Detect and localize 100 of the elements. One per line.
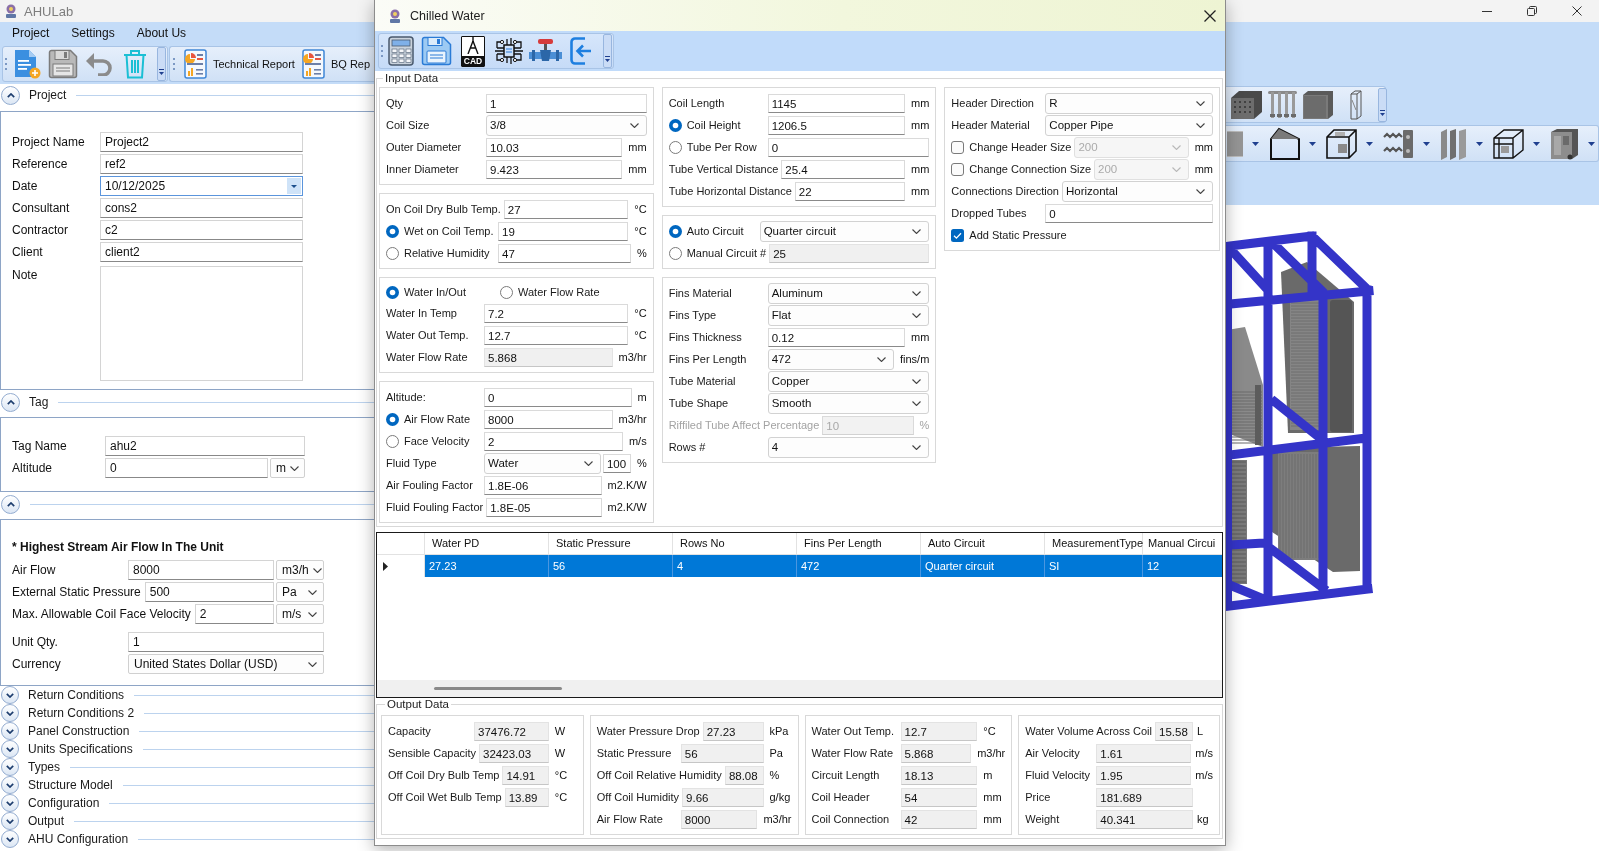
wireframe-cube-icon[interactable] bbox=[1493, 128, 1524, 159]
dropdown-caret-icon[interactable] bbox=[1476, 141, 1483, 146]
dropdown[interactable]: R bbox=[1045, 92, 1213, 114]
menu-item[interactable]: Settings bbox=[60, 23, 126, 43]
text-field[interactable]: 0 bbox=[767, 137, 930, 157]
horizontal-scrollbar[interactable] bbox=[377, 680, 1222, 697]
text-field[interactable]: 2 bbox=[484, 431, 623, 451]
text-field[interactable]: 100 bbox=[602, 453, 631, 473]
radio-button[interactable] bbox=[668, 118, 682, 132]
valve-icon[interactable] bbox=[529, 38, 562, 64]
radio-button[interactable] bbox=[386, 285, 399, 299]
undo-icon[interactable] bbox=[86, 52, 112, 76]
collapse-button[interactable] bbox=[1, 85, 20, 105]
dropdown[interactable]: Horizontal bbox=[1061, 180, 1213, 202]
text-field[interactable]: 7.2 bbox=[484, 303, 629, 323]
text-field[interactable]: 10.03 bbox=[486, 137, 623, 157]
text-field[interactable]: 47 bbox=[498, 243, 631, 263]
text-field[interactable]: 2 bbox=[194, 604, 274, 624]
text-field[interactable]: 0 bbox=[1045, 203, 1213, 223]
header-pipes-icon[interactable] bbox=[1268, 88, 1297, 121]
radio-button[interactable] bbox=[386, 246, 399, 260]
column-header[interactable]: Manual Circui bbox=[1143, 533, 1222, 554]
text-field[interactable]: 1 bbox=[486, 93, 647, 113]
restore-icon[interactable] bbox=[1526, 6, 1537, 16]
text-field[interactable]: client2 bbox=[100, 242, 303, 262]
note-field[interactable] bbox=[100, 266, 303, 381]
collapse-button[interactable] bbox=[1, 392, 20, 412]
report-button[interactable]: Technical Report bbox=[181, 48, 295, 80]
text-field[interactable]: c2 bbox=[100, 220, 303, 240]
hood-icon[interactable] bbox=[1269, 127, 1300, 160]
dropdown-caret-icon[interactable] bbox=[1588, 141, 1595, 146]
dropdown[interactable]: Copper Pipe bbox=[1045, 114, 1213, 136]
expand-button[interactable] bbox=[1, 830, 19, 848]
minimize-icon[interactable] bbox=[1481, 10, 1492, 12]
springs-icon[interactable] bbox=[1383, 128, 1414, 159]
unit-dropdown[interactable]: m3/h bbox=[276, 560, 324, 580]
panels-icon[interactable] bbox=[1440, 127, 1467, 160]
radio-button[interactable] bbox=[668, 224, 682, 238]
text-field[interactable]: ahu2 bbox=[105, 436, 305, 456]
text-field[interactable]: 500 bbox=[144, 582, 274, 602]
unit-dropdown[interactable]: Pa bbox=[276, 582, 324, 602]
column-header[interactable]: Rows No bbox=[673, 533, 797, 554]
dropdown-caret-icon[interactable] bbox=[1423, 141, 1430, 146]
dropdown[interactable]: Aluminum bbox=[767, 282, 930, 304]
text-field[interactable]: 0.12 bbox=[767, 327, 905, 347]
toolbar-overflow-icon[interactable] bbox=[1378, 87, 1387, 122]
dropdown-caret-icon[interactable] bbox=[1309, 141, 1316, 146]
column-header[interactable]: Static Pressure bbox=[549, 533, 673, 554]
close-icon[interactable] bbox=[1571, 6, 1582, 16]
text-field[interactable]: 1145 bbox=[767, 93, 905, 113]
fan-box-icon[interactable] bbox=[1230, 89, 1263, 120]
wireframe-box-icon[interactable] bbox=[1326, 128, 1357, 159]
wireframe-panel-icon[interactable] bbox=[1350, 89, 1362, 120]
radio-button[interactable] bbox=[668, 140, 682, 154]
text-field[interactable]: 8000 bbox=[484, 409, 613, 429]
text-field[interactable]: Project2 bbox=[100, 132, 303, 152]
dropdown[interactable]: Water bbox=[484, 452, 601, 474]
close-icon[interactable] bbox=[1204, 9, 1216, 22]
text-field[interactable]: 1206.5 bbox=[767, 115, 905, 135]
text-field[interactable]: 25.4 bbox=[781, 159, 905, 179]
cabinet-icon[interactable] bbox=[1550, 127, 1579, 160]
text-field[interactable]: 8000 bbox=[128, 560, 274, 580]
text-field[interactable]: 1 bbox=[128, 632, 324, 652]
text-field[interactable]: 22 bbox=[794, 181, 905, 201]
new-document-icon[interactable] bbox=[13, 49, 41, 79]
exit-icon[interactable] bbox=[570, 37, 592, 65]
text-field[interactable]: ref2 bbox=[100, 154, 303, 174]
expand-button[interactable] bbox=[1, 794, 19, 812]
text-field[interactable]: 27 bbox=[503, 199, 629, 219]
expand-button[interactable] bbox=[1, 812, 19, 830]
date-field[interactable]: 10/12/2025 bbox=[100, 176, 303, 196]
dropdown[interactable]: Smooth bbox=[767, 392, 930, 414]
toolbar-overflow-icon[interactable] bbox=[603, 34, 612, 68]
unit-dropdown[interactable]: m bbox=[270, 458, 305, 478]
menu-item[interactable]: About Us bbox=[125, 23, 198, 43]
dropdown[interactable]: Flat bbox=[767, 304, 930, 326]
grip-handle-icon[interactable] bbox=[173, 58, 175, 70]
column-header[interactable]: Water PD bbox=[425, 533, 549, 554]
column-header[interactable]: MeasurementType bbox=[1045, 533, 1143, 554]
checkbox[interactable] bbox=[951, 228, 965, 242]
dropdown-caret-icon[interactable] bbox=[1366, 141, 1373, 146]
expand-button[interactable] bbox=[1, 740, 19, 758]
expand-button[interactable] bbox=[1, 758, 19, 776]
column-header[interactable]: Fins Per Length bbox=[797, 533, 921, 554]
dropdown[interactable]: 3/8 bbox=[486, 114, 647, 136]
dropdown-caret-icon[interactable] bbox=[1252, 141, 1259, 146]
radio-button[interactable] bbox=[500, 285, 513, 299]
unit-dropdown[interactable]: m/s bbox=[276, 604, 324, 624]
cad-button[interactable]: CAD bbox=[461, 35, 485, 67]
dropdown-caret-icon[interactable] bbox=[1533, 141, 1540, 146]
calculator-icon[interactable] bbox=[388, 36, 414, 66]
grip-handle-icon[interactable] bbox=[5, 58, 7, 70]
text-field[interactable]: cons2 bbox=[100, 198, 303, 218]
report-button[interactable]: BQ Rep bbox=[298, 48, 371, 80]
text-field[interactable]: 1.8E-05 bbox=[486, 497, 602, 517]
text-field[interactable]: 0 bbox=[105, 458, 268, 478]
coil-fins-icon[interactable] bbox=[1227, 128, 1243, 159]
dropdown[interactable]: 472 bbox=[767, 348, 894, 370]
radio-button[interactable] bbox=[668, 246, 682, 260]
dropdown[interactable]: Quarter circuit bbox=[759, 220, 930, 242]
